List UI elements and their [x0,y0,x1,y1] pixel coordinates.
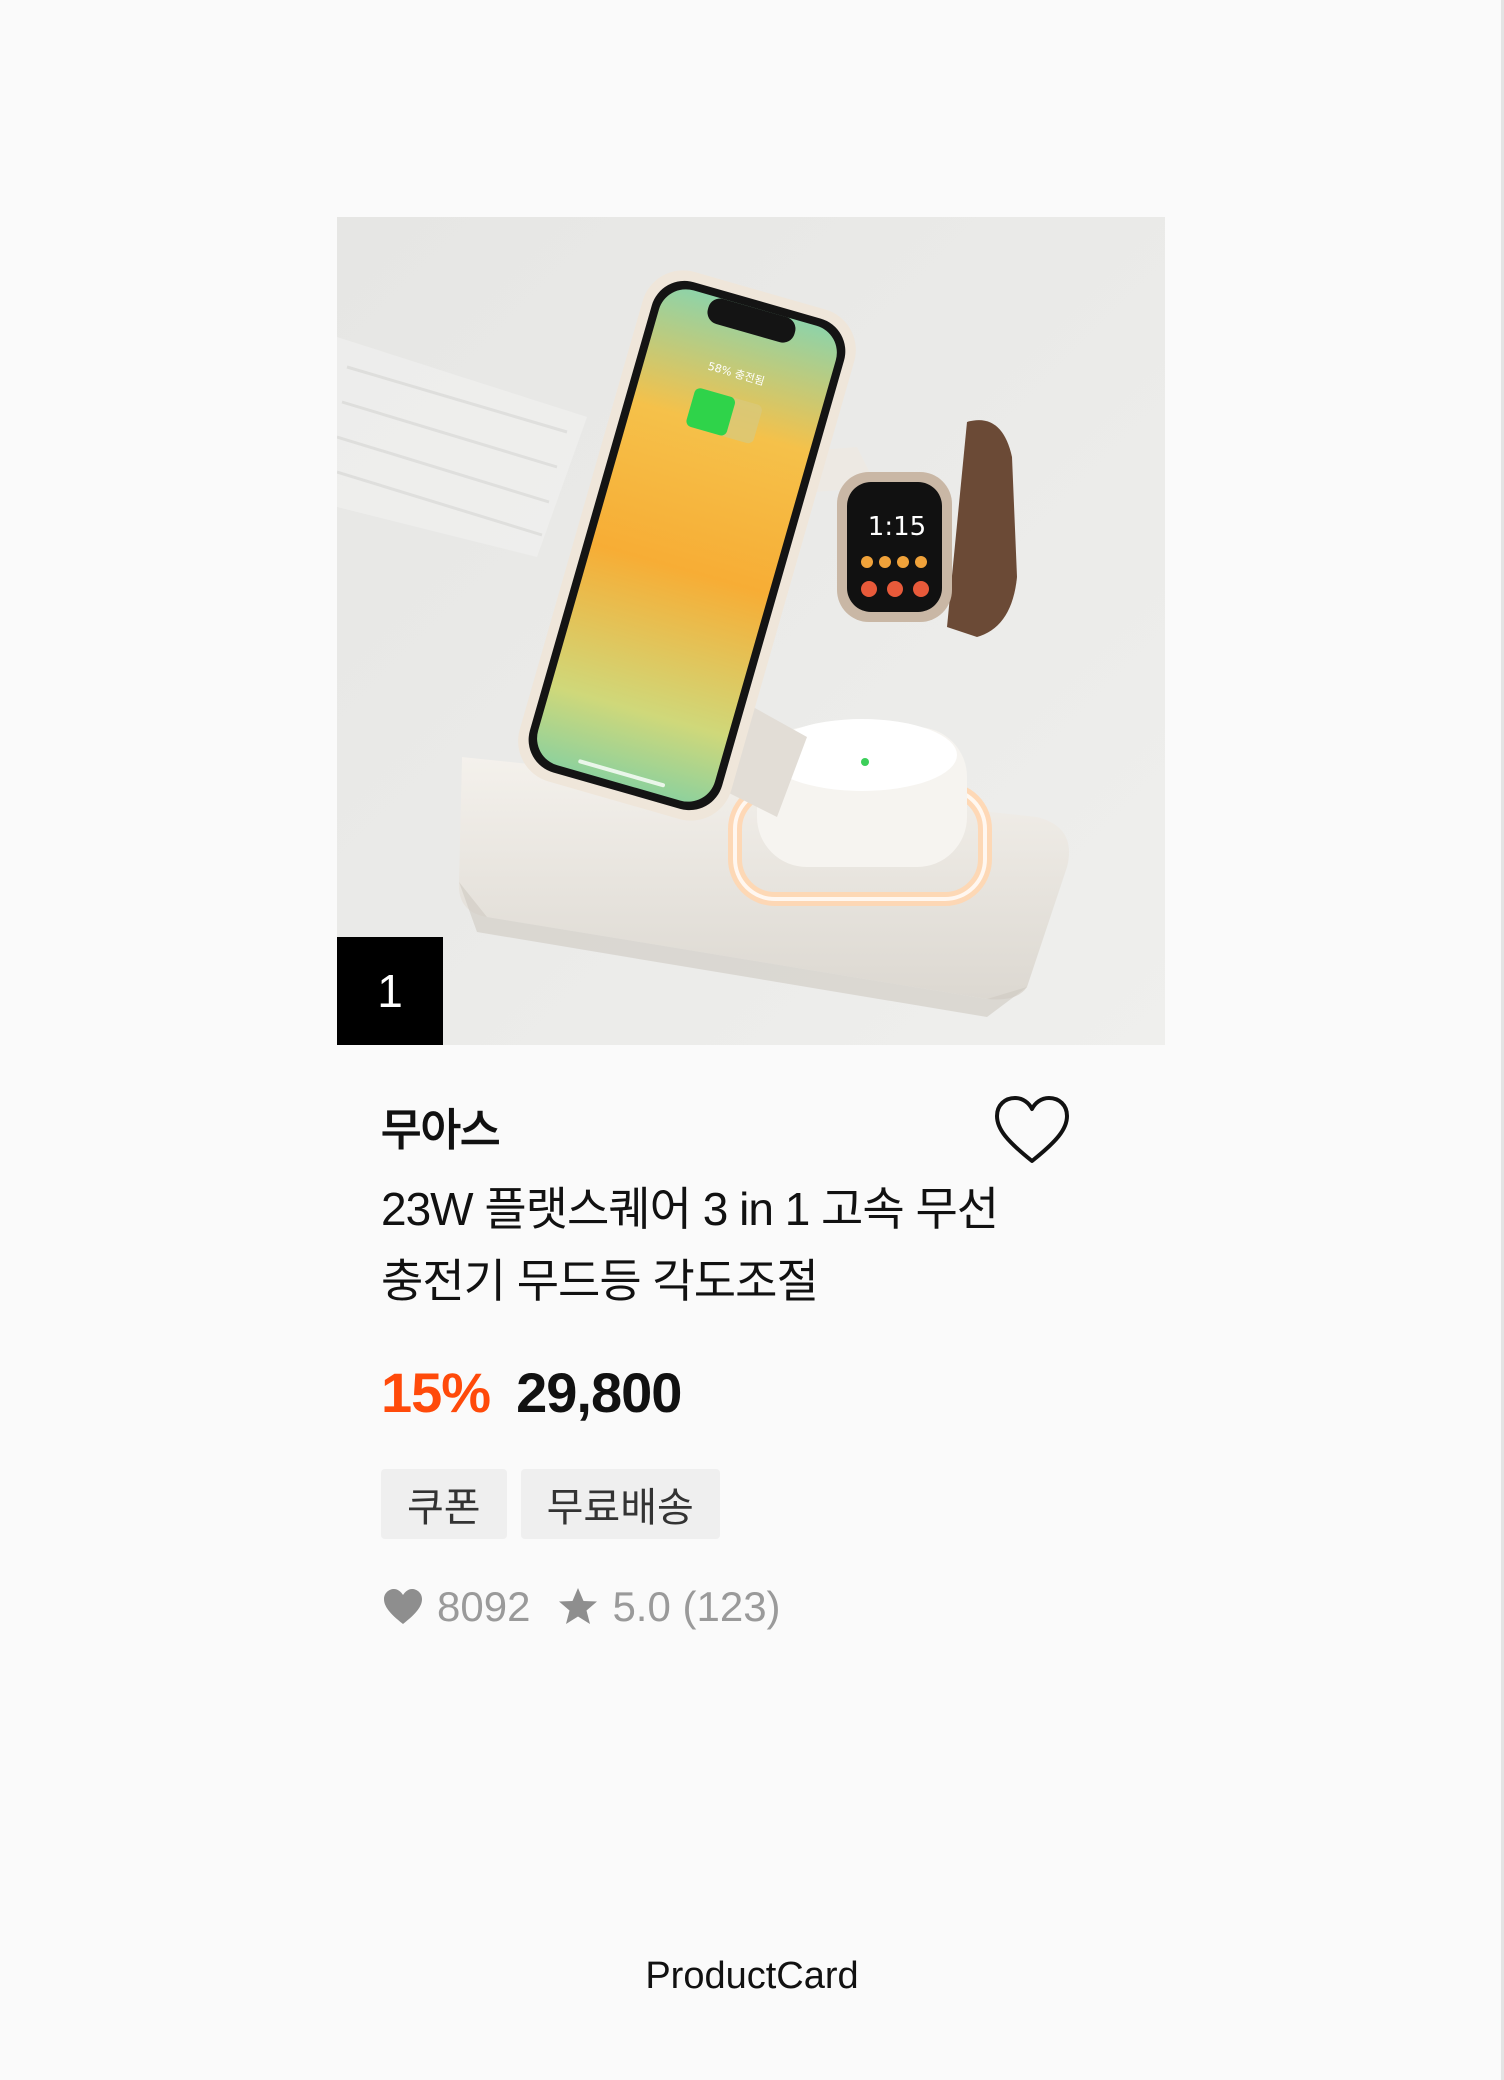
wishlist-button[interactable] [993,1095,1071,1167]
like-count: 8092 [437,1583,531,1630]
sale-price: 29,800 [516,1360,682,1424]
product-title[interactable]: 23W 플랫스퀘어 3 in 1 고속 무선충전기 무드등 각도조절 [381,1173,1021,1317]
heart-icon [384,1589,422,1624]
product-photo: 1:15 58% 충전됨 [337,217,1165,1045]
rank-badge: 1 [337,937,443,1045]
product-card[interactable]: 1:15 58% 충전됨 1 무아스 23W 플랫스퀘어 3 in 1 고속 무… [337,217,1165,1631]
brand-row: 무아스 [381,1096,1121,1163]
stats-row: 8092 5.0 (123) [381,1583,1121,1631]
product-info: 무아스 23W 플랫스퀘어 3 in 1 고속 무선충전기 무드등 각도조절 1… [337,1096,1165,1631]
price-row: 15% 29,800 [381,1357,1121,1427]
rating-text: 5.0 (123) [612,1583,781,1630]
page: 1:15 58% 충전됨 1 무아스 23W 플랫스퀘어 3 in 1 고속 무… [0,0,1504,2080]
product-image[interactable]: 1:15 58% 충전됨 1 [337,217,1165,1045]
watch-time: 1:15 [868,512,926,542]
tag-free-shipping: 무료배송 [520,1469,720,1539]
component-label: ProductCard [645,1955,859,1997]
star-icon [559,1588,598,1624]
heart-outline-icon [995,1096,1069,1163]
discount-rate: 15% [381,1360,491,1424]
tag-list: 쿠폰 무료배송 [381,1469,1121,1539]
tag-coupon: 쿠폰 [381,1469,507,1539]
